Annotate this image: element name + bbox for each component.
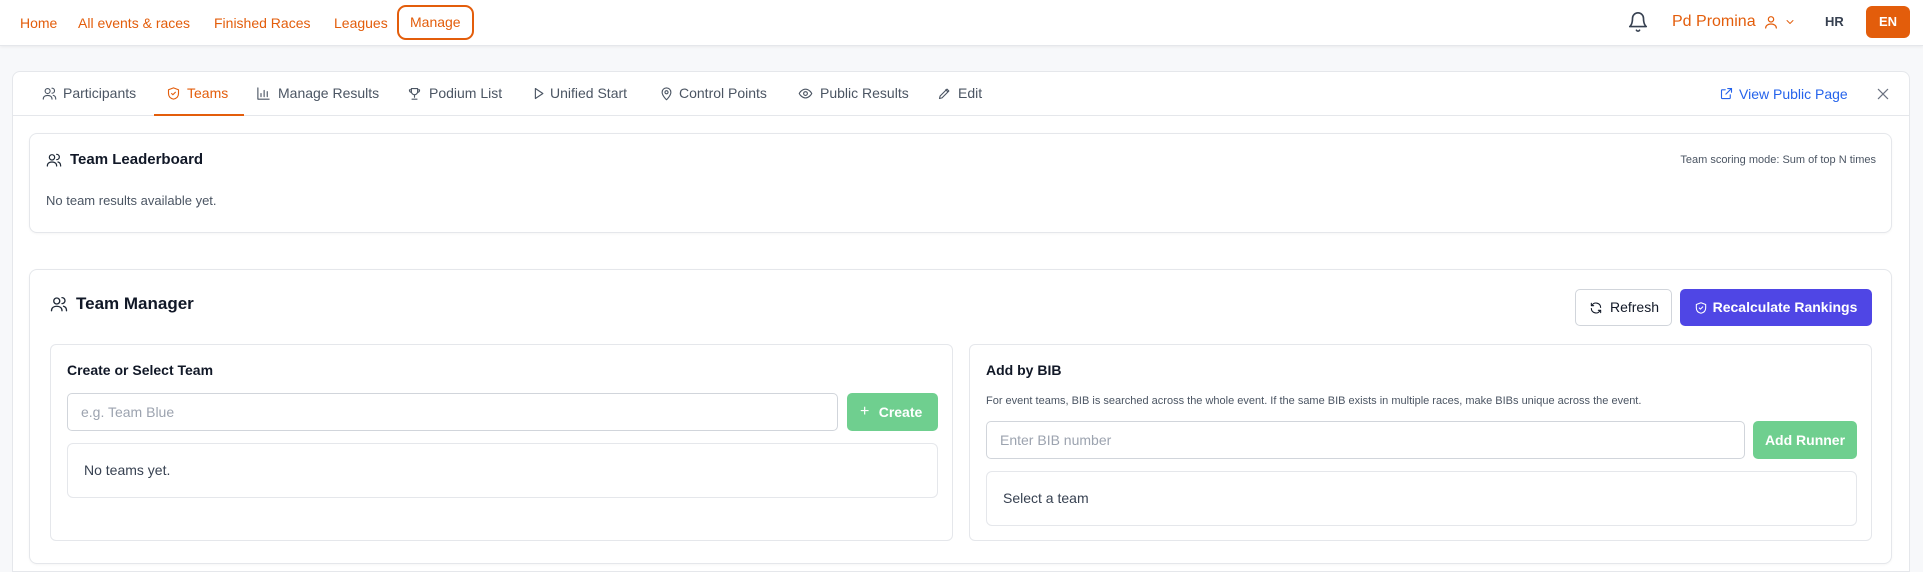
add-by-bib-panel: Add by BIB For event teams, BIB is searc… [969,344,1872,541]
nav-finished-races-link[interactable]: Finished Races [214,12,311,34]
tab-edit[interactable]: Edit [937,72,992,116]
nav-all-events-link[interactable]: All events & races [78,12,190,34]
refresh-button[interactable]: Refresh [1575,289,1672,326]
bib-number-input[interactable] [986,421,1745,459]
bib-help-text: For event teams, BIB is searched across … [986,395,1642,407]
leaderboard-empty-text: No team results available yet. [46,193,217,208]
leaderboard-title: Team Leaderboard [70,151,204,168]
bell-icon[interactable] [1627,11,1649,33]
tab-unified-start[interactable]: Unified Start [531,72,646,116]
tab-manage-results[interactable]: Manage Results [256,72,396,116]
tab-teams[interactable]: Teams [154,72,244,116]
map-pin-icon [661,87,672,101]
select-team-text: Select a team [1003,490,1089,506]
tab-bar: Participants Teams Manage Results Podium… [13,72,1909,116]
tab-control-points[interactable]: Control Points [659,72,784,116]
tab-participants[interactable]: Participants [42,72,157,116]
select-team-box[interactable]: Select a team [986,471,1857,526]
create-team-title: Create or Select Team [67,362,214,378]
lang-en-button[interactable]: EN [1866,6,1910,38]
user-icon[interactable] [1763,14,1779,30]
lang-hr-button[interactable]: HR [1825,12,1844,32]
trophy-icon [408,87,421,100]
users-icon [50,296,68,312]
team-name-input[interactable] [67,393,838,431]
tab-public-results[interactable]: Public Results [798,72,918,116]
create-team-panel: Create or Select Team + Create No teams … [50,344,953,541]
plus-icon: + [860,403,870,420]
tab-podium-list[interactable]: Podium List [407,72,517,116]
pencil-icon [938,88,950,100]
chevron-down-icon[interactable] [1784,16,1796,28]
close-icon[interactable] [1875,86,1891,102]
team-manager-panel: Team Manager Refresh Recalculate Ranking… [29,269,1892,564]
teams-empty-text: No teams yet. [84,462,171,478]
teams-list: No teams yet. [67,443,938,498]
refresh-icon [1590,302,1602,314]
user-name[interactable]: Pd Promina [1672,11,1756,33]
create-team-button[interactable]: + Create [847,393,938,431]
nav-home-link[interactable]: Home [20,12,57,34]
nav-leagues-link[interactable]: Leagues [334,12,388,34]
users-icon [46,153,62,167]
scoring-mode-text: Team scoring mode: Sum of top N times [1680,154,1876,166]
bar-chart-icon [257,87,270,100]
play-icon [534,87,544,100]
add-by-bib-title: Add by BIB [986,362,1062,378]
team-leaderboard-panel: Team Leaderboard Team scoring mode: Sum … [29,133,1892,233]
event-manage-card: Participants Teams Manage Results Podium… [12,71,1910,572]
recalculate-rankings-button[interactable]: Recalculate Rankings [1680,289,1872,326]
team-manager-title: Team Manager [76,294,194,313]
add-runner-button[interactable]: Add Runner [1753,421,1857,459]
shield-icon [1695,302,1707,314]
eye-icon [798,88,813,99]
external-link-icon [1720,87,1733,100]
nav-manage-link[interactable]: Manage [397,5,474,40]
shield-icon [167,87,180,100]
users-icon [42,87,57,100]
top-navbar: Home All events & races Finished Races L… [0,0,1923,46]
